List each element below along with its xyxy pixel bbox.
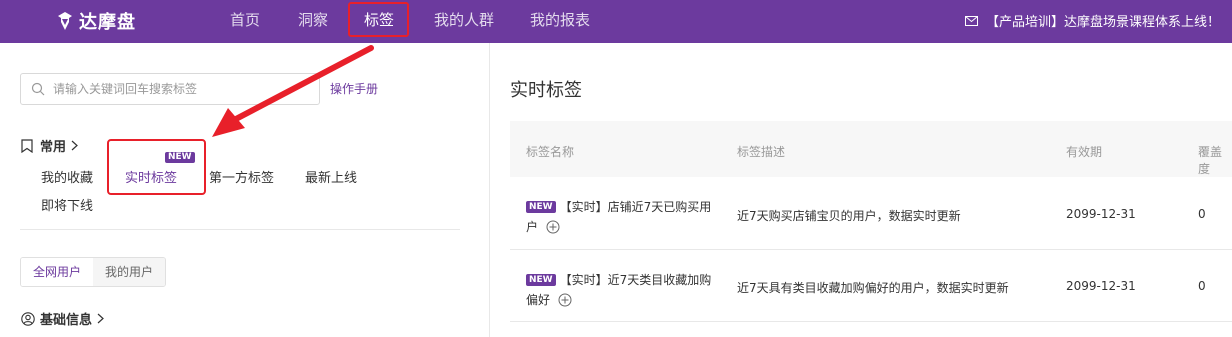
table-row[interactable]: NEW 【实时】店铺近7天已购买用户 近7天购买店铺宝贝的用户，数据实时更新 20…: [510, 177, 1232, 250]
search-icon: [31, 82, 45, 96]
tag-link-latest[interactable]: 最新上线: [305, 167, 357, 186]
column-header-expiry: 有效期: [1066, 145, 1103, 159]
manual-link[interactable]: 操作手册: [330, 80, 378, 97]
tag-link-favorites[interactable]: 我的收藏: [41, 167, 93, 186]
basic-info-title: 基础信息: [40, 313, 93, 328]
chevron-right-icon: [71, 140, 78, 151]
nav-home[interactable]: 首页: [230, 10, 260, 30]
new-badge: NEW: [526, 274, 556, 286]
realtime-tag-highlight-box: [107, 139, 206, 195]
common-section-title: 常用: [40, 140, 67, 155]
column-header-name: 标签名称: [526, 145, 575, 159]
table-row[interactable]: NEW 【实时】近7天类目收藏加购偏好 近7天具有类目收藏加购偏好的用户，数据实时…: [510, 250, 1232, 322]
new-badge: NEW: [526, 201, 556, 213]
nav-my-audiences[interactable]: 我的人群: [434, 10, 494, 30]
tag-link-upcoming-offline[interactable]: 即将下线: [41, 195, 93, 214]
main-content: 实时标签 标签名称 标签描述 有效期 覆盖度 NEW 【实时】店铺近7天已购买用户…: [491, 43, 1232, 337]
tag-description: 近7天具有类目收藏加购偏好的用户，数据实时更新: [737, 281, 1009, 295]
add-circle-icon[interactable]: [558, 293, 572, 307]
logo-text: 达摩盘: [79, 12, 136, 33]
tag-coverage: 0: [1198, 279, 1206, 293]
announcement[interactable]: 【产品培训】达摩盘场景课程体系上线！: [964, 11, 1220, 30]
search-input[interactable]: [53, 82, 303, 96]
table-header: 标签名称 标签描述 有效期 覆盖度: [510, 121, 1232, 177]
nav-tags-highlight-box: [348, 2, 409, 37]
column-header-coverage: 覆盖度: [1198, 145, 1223, 176]
divider: [20, 229, 460, 230]
add-circle-icon[interactable]: [546, 220, 560, 234]
column-header-description: 标签描述: [737, 145, 786, 159]
announcement-text: 【产品培训】达摩盘场景课程体系上线！: [985, 15, 1220, 30]
tag-sidebar: 操作手册 常用 我的收藏 NEW 实时标签 第一方标签 最新上线 即将下线 全网…: [0, 43, 490, 337]
common-section-header[interactable]: 常用: [21, 136, 85, 155]
search-box[interactable]: [20, 73, 320, 105]
logo[interactable]: 达摩盘: [56, 9, 136, 33]
nav-insight[interactable]: 洞察: [298, 10, 328, 30]
user-scope-toggle: 全网用户 我的用户: [20, 257, 167, 287]
tag-name-cell: NEW 【实时】近7天类目收藏加购偏好: [526, 270, 721, 310]
nav-my-reports[interactable]: 我的报表: [530, 10, 590, 30]
tag-description: 近7天购买店铺宝贝的用户，数据实时更新: [737, 209, 961, 223]
tag-coverage: 0: [1198, 207, 1206, 221]
tag-name-cell: NEW 【实时】店铺近7天已购买用户: [526, 197, 721, 237]
user-icon: [21, 311, 35, 326]
tab-my-users[interactable]: 我的用户: [93, 258, 166, 286]
tag-expiry: 2099-12-31: [1066, 207, 1136, 221]
tab-all-network-users[interactable]: 全网用户: [21, 258, 94, 286]
tag-link-first-party[interactable]: 第一方标签: [209, 167, 274, 186]
chevron-right-icon: [97, 313, 104, 324]
bookmark-icon: [21, 138, 33, 153]
mail-icon: [964, 15, 978, 26]
tag-expiry: 2099-12-31: [1066, 279, 1136, 293]
logo-icon: [58, 12, 72, 30]
page-title: 实时标签: [510, 80, 582, 101]
top-navigation-bar: 达摩盘 首页 洞察 标签 我的人群 我的报表 【产品培训】达摩盘场景课程体系上线…: [0, 0, 1232, 43]
basic-info-section-header[interactable]: 基础信息: [21, 309, 109, 328]
